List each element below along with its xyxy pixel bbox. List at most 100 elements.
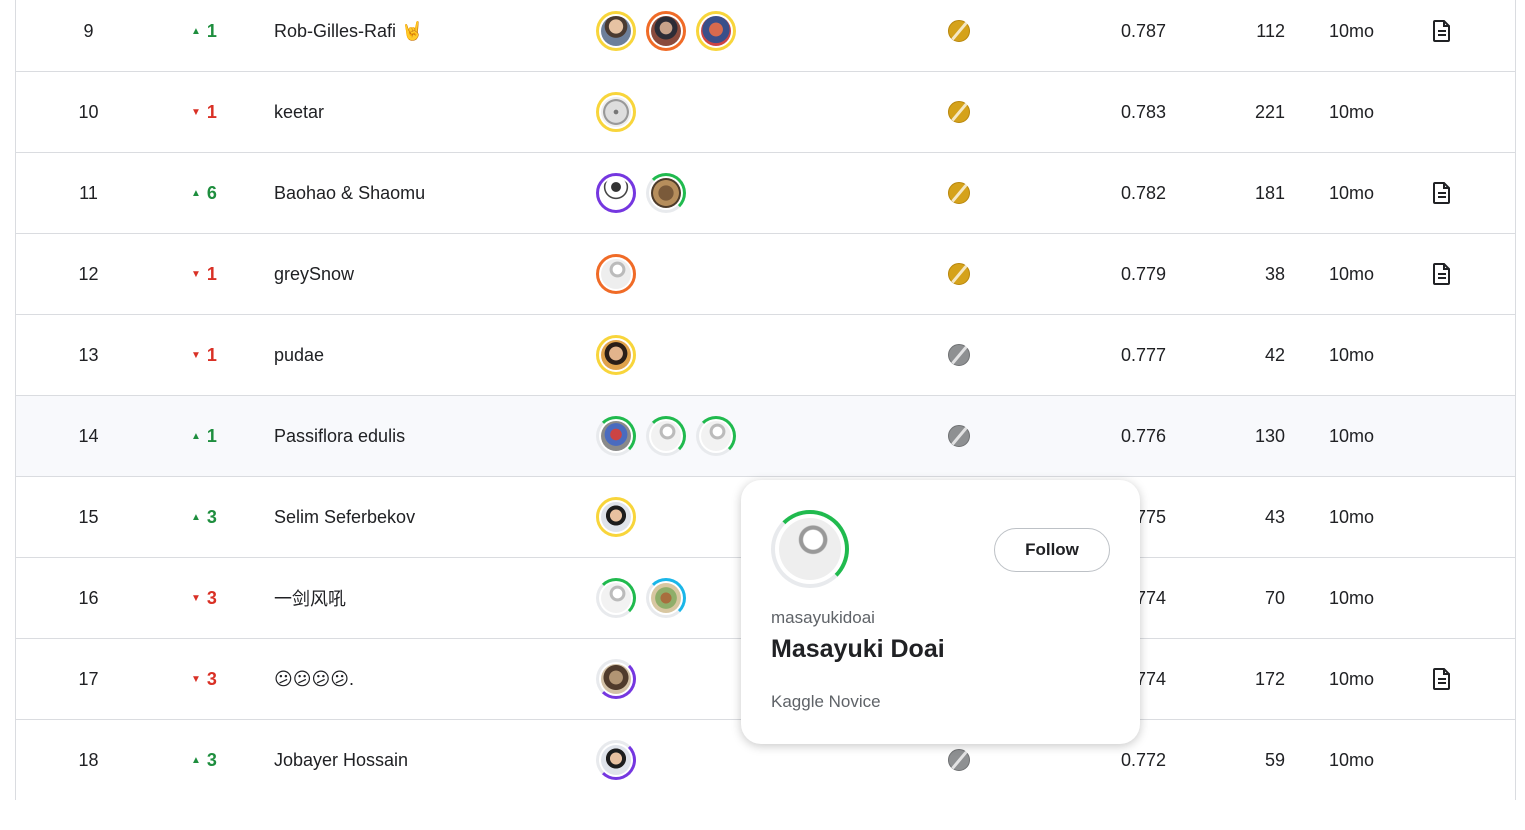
last-submission-cell: 10mo — [1329, 587, 1375, 608]
rank-change: ▼ 1 — [191, 315, 231, 395]
team-members — [596, 72, 896, 152]
medal-cell — [946, 72, 972, 152]
medal-cell — [946, 396, 972, 476]
rank-change-value: 1 — [206, 263, 217, 284]
member-avatar[interactable] — [596, 173, 636, 213]
avatar-image — [601, 583, 631, 613]
team-name[interactable]: Rob-Gilles-Rafi 🤘 — [274, 0, 574, 71]
caret-down-icon: ▼ — [191, 268, 201, 280]
table-row[interactable]: 10 ▼ 1 keetar 0.783 221 10mo — [16, 71, 1515, 152]
medal-cell — [946, 153, 972, 233]
team-name[interactable]: Passiflora edulis — [274, 396, 574, 476]
team-name[interactable]: Jobayer Hossain — [274, 720, 574, 800]
avatar-image — [601, 178, 631, 208]
silver-medal-icon — [948, 344, 970, 366]
team-members — [596, 153, 896, 233]
member-avatar[interactable] — [596, 335, 636, 375]
notebook-document-icon[interactable] — [1433, 668, 1451, 690]
table-row[interactable]: 13 ▼ 1 pudae 0.777 42 10mo — [16, 314, 1515, 395]
gold-medal-icon — [948, 182, 970, 204]
user-hover-card: Follow masayukidoai Masayuki Doai Kaggle… — [741, 480, 1140, 744]
rank-cell: 9 — [83, 20, 94, 41]
score-cell: 0.787 — [1120, 20, 1166, 41]
gold-medal-icon — [948, 101, 970, 123]
rank-cell: 11 — [79, 182, 98, 203]
notebook-document-icon[interactable] — [1433, 20, 1451, 42]
rank-change-value: 6 — [206, 182, 217, 203]
member-avatar[interactable] — [696, 11, 736, 51]
username[interactable]: masayukidoai — [771, 608, 875, 628]
code-cell[interactable] — [1429, 234, 1455, 314]
notebook-document-icon[interactable] — [1433, 263, 1451, 285]
goose-avatar-image — [779, 518, 841, 580]
caret-up-icon: ▲ — [191, 511, 201, 523]
silver-medal-icon — [948, 749, 970, 771]
medal-cell — [946, 0, 972, 71]
user-avatar[interactable] — [771, 510, 849, 588]
score-cell: 0.782 — [1120, 182, 1166, 203]
avatar-image — [601, 664, 631, 694]
team-name[interactable]: Selim Seferbekov — [274, 477, 574, 557]
entries-cell: 172 — [1254, 668, 1285, 689]
rank-change: ▲ 6 — [191, 153, 231, 233]
gold-medal-icon — [948, 20, 970, 42]
avatar-image — [651, 583, 681, 613]
team-name[interactable]: keetar — [274, 72, 574, 152]
table-row[interactable]: 14 ▲ 1 Passiflora edulis 0.776 130 10mo — [16, 395, 1515, 476]
entries-cell: 43 — [1264, 506, 1285, 527]
rank-change: ▼ 1 — [191, 72, 231, 152]
last-submission-cell: 10mo — [1329, 425, 1375, 446]
member-avatar[interactable] — [596, 659, 636, 699]
follow-button[interactable]: Follow — [994, 528, 1110, 572]
avatar-image — [701, 16, 731, 46]
member-avatar[interactable] — [596, 740, 636, 780]
avatar-image — [601, 97, 631, 127]
member-avatar[interactable] — [596, 254, 636, 294]
member-avatar[interactable] — [596, 92, 636, 132]
team-name[interactable]: Baohao & Shaomu — [274, 153, 574, 233]
last-submission-cell: 10mo — [1329, 20, 1375, 41]
rank-change-value: 3 — [206, 749, 217, 770]
user-tier: Kaggle Novice — [771, 692, 881, 711]
entries-cell: 59 — [1264, 749, 1285, 770]
team-name[interactable]: greySnow — [274, 234, 574, 314]
caret-down-icon: ▼ — [191, 349, 201, 361]
member-avatar[interactable] — [646, 173, 686, 213]
caret-down-icon: ▼ — [191, 592, 201, 604]
team-name[interactable]: 😕😕😕😕. — [274, 639, 574, 719]
table-row[interactable]: 12 ▼ 1 greySnow 0.779 38 10mo — [16, 233, 1515, 314]
gold-medal-icon — [948, 263, 970, 285]
last-submission-cell: 10mo — [1329, 344, 1375, 365]
rank-cell: 10 — [78, 101, 99, 122]
member-avatar[interactable] — [596, 497, 636, 537]
silver-medal-icon — [948, 425, 970, 447]
table-row[interactable]: 11 ▲ 6 Baohao & Shaomu 0.782 181 10mo — [16, 152, 1515, 233]
rank-change: ▼ 1 — [191, 234, 231, 314]
full-name[interactable]: Masayuki Doai — [771, 635, 945, 664]
medal-cell — [946, 234, 972, 314]
last-submission-cell: 10mo — [1329, 506, 1375, 527]
member-avatar[interactable] — [646, 11, 686, 51]
member-avatar[interactable] — [646, 416, 686, 456]
rank-change: ▼ 3 — [191, 639, 231, 719]
team-name[interactable]: pudae — [274, 315, 574, 395]
team-name[interactable]: 一剑风吼 — [274, 558, 574, 638]
rank-change-value: 1 — [206, 344, 217, 365]
table-row[interactable]: 9 ▲ 1 Rob-Gilles-Rafi 🤘 0.787 112 10mo — [16, 0, 1515, 71]
member-avatar[interactable] — [646, 578, 686, 618]
code-cell[interactable] — [1429, 639, 1455, 719]
caret-down-icon: ▼ — [191, 673, 201, 685]
score-cell: 0.779 — [1120, 263, 1166, 284]
team-members — [596, 234, 896, 314]
notebook-document-icon[interactable] — [1433, 182, 1451, 204]
member-avatar[interactable] — [596, 416, 636, 456]
member-avatar[interactable] — [596, 11, 636, 51]
avatar-image — [651, 16, 681, 46]
code-cell[interactable] — [1429, 153, 1455, 233]
entries-cell: 130 — [1254, 425, 1285, 446]
avatar-image — [601, 502, 631, 532]
member-avatar[interactable] — [696, 416, 736, 456]
member-avatar[interactable] — [596, 578, 636, 618]
rank-cell: 14 — [78, 425, 99, 446]
code-cell[interactable] — [1429, 0, 1455, 71]
